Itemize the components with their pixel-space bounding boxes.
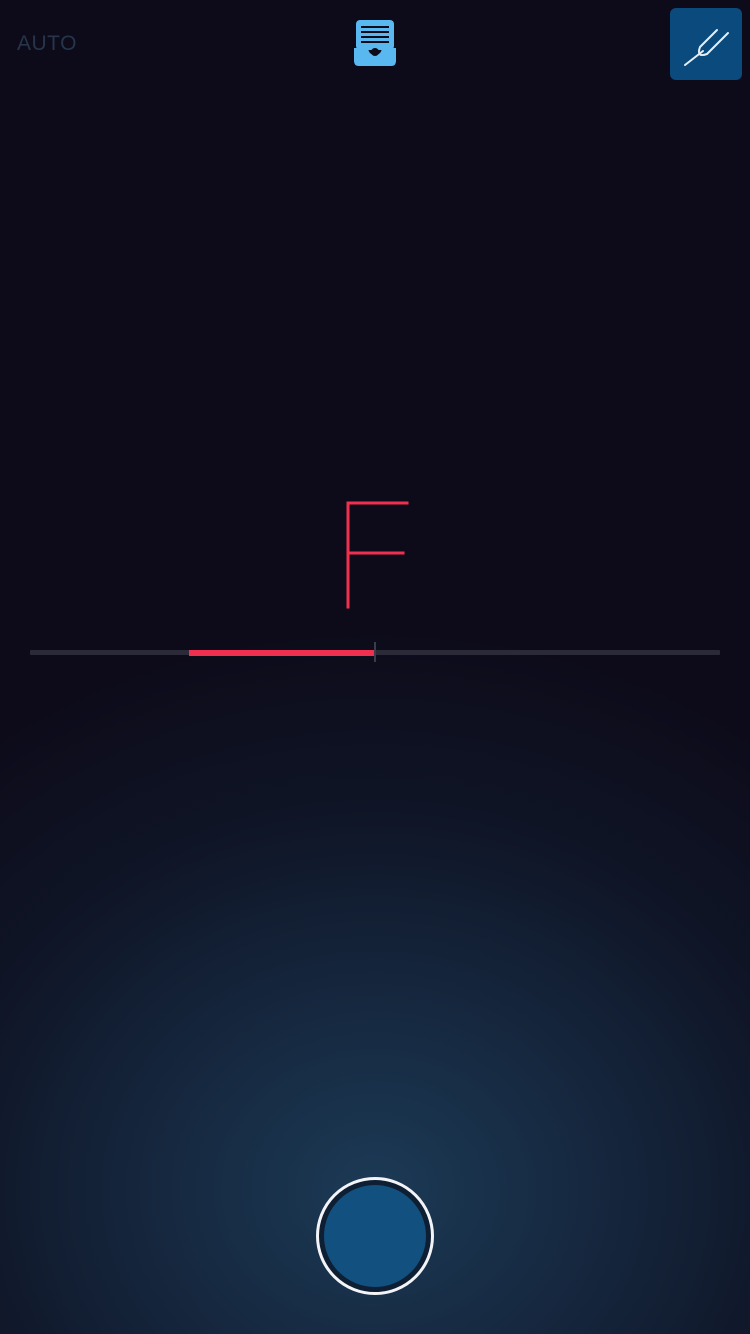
tuning-fork-icon [684, 29, 729, 66]
meter-center-tick [374, 642, 376, 662]
play-circle-button[interactable] [316, 1177, 434, 1295]
tray-button[interactable] [351, 18, 399, 68]
tray-list-icon [354, 20, 396, 66]
mode-label[interactable]: AUTO [17, 32, 77, 56]
play-button-inner [324, 1185, 426, 1287]
tuning-fork-button[interactable] [670, 8, 742, 80]
note-glyph [346, 501, 409, 609]
meter-deviation-bar [188, 650, 375, 656]
note-display: F [345, 500, 409, 610]
tuning-meter [30, 642, 720, 662]
